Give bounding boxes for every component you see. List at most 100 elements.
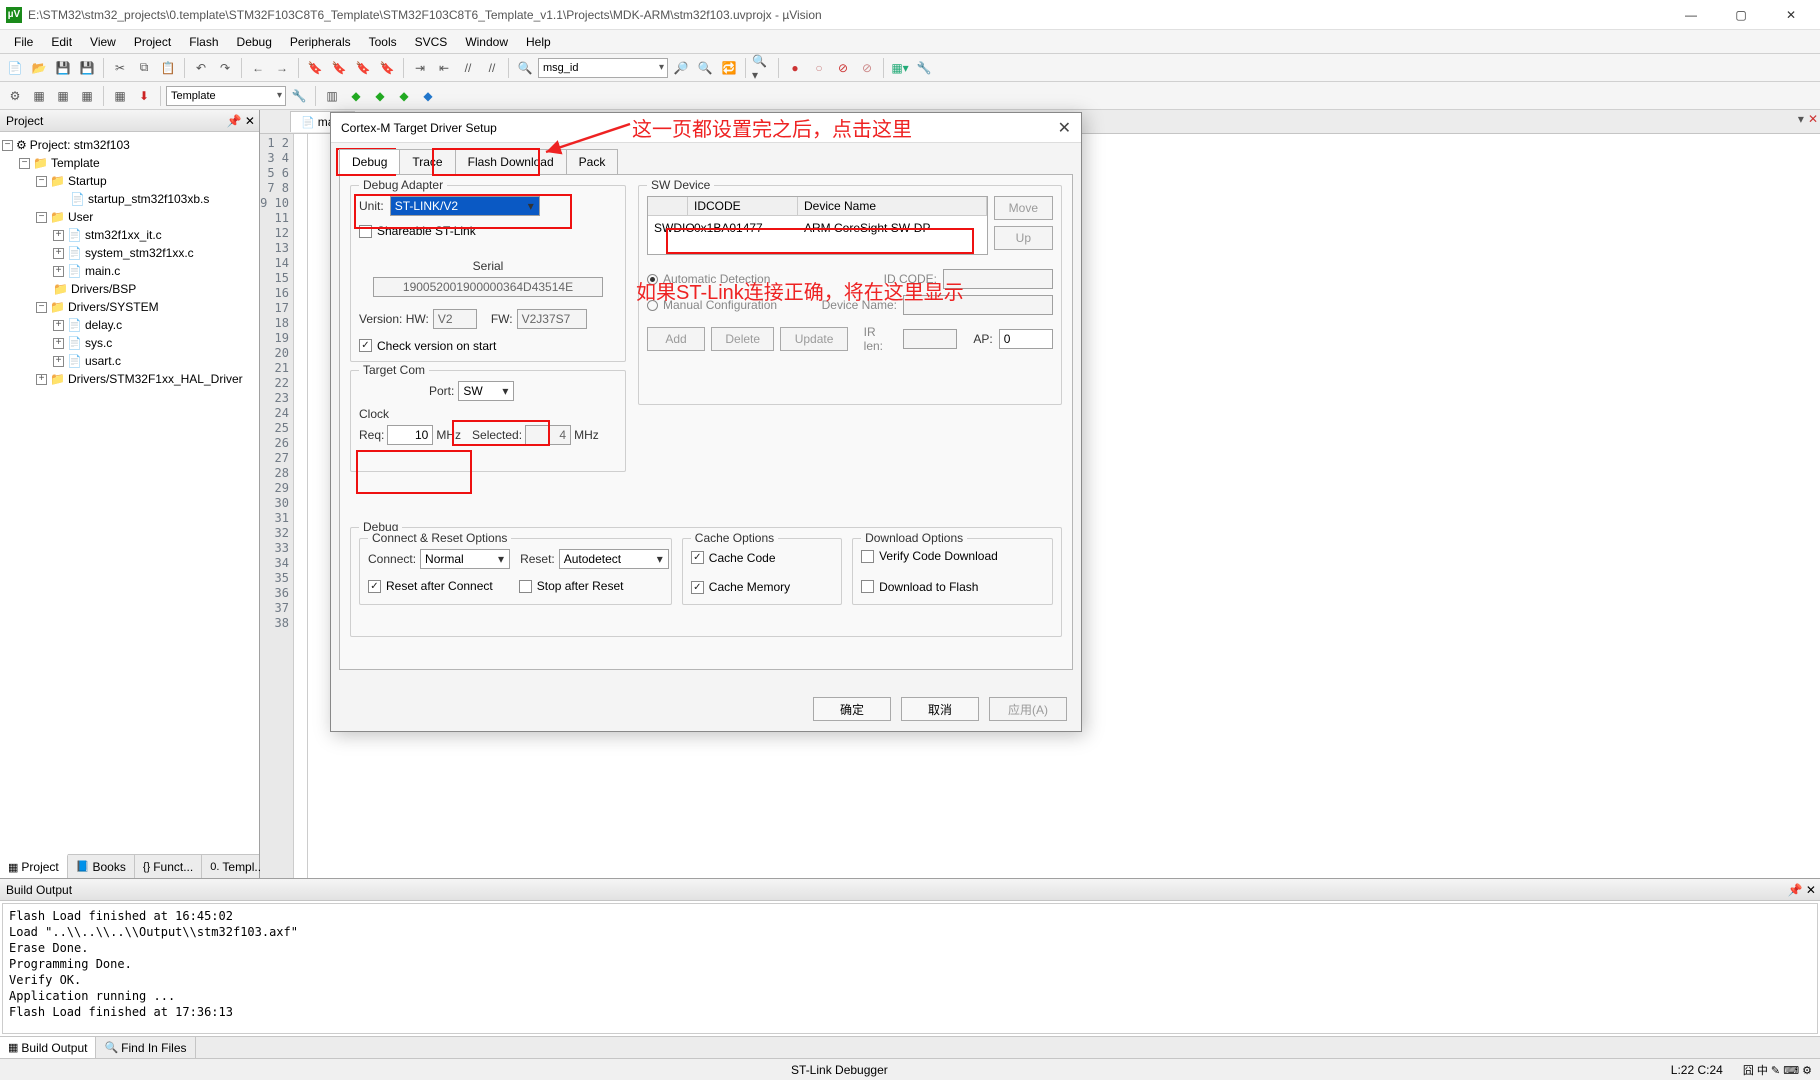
editor-dropdown-icon[interactable]: ▾ [1798, 112, 1804, 126]
nav-back-icon[interactable]: ← [247, 57, 269, 79]
target-combo[interactable]: Template [166, 86, 286, 106]
clock-req-input[interactable]: 10 [387, 425, 433, 445]
download-icon[interactable]: ⬇ [133, 85, 155, 107]
menu-project[interactable]: Project [126, 33, 179, 51]
window-icon[interactable]: ▦▾ [889, 57, 911, 79]
indent-icon[interactable]: ⇥ [409, 57, 431, 79]
fw-version: V2J37S7 [517, 309, 587, 329]
table-row[interactable]: SWDIO 0x1BA01477 ARM CoreSight SW-DP [648, 216, 987, 240]
manage-rte-icon[interactable]: ◆ [369, 85, 391, 107]
tab-functions[interactable]: {} Funct... [135, 855, 202, 878]
cache-code-checkbox[interactable]: ✓Cache Code [691, 551, 776, 565]
build-icon[interactable]: ▦ [28, 85, 50, 107]
unit-combo[interactable]: ST-LINK/V2 [390, 196, 540, 216]
menu-tools[interactable]: Tools [361, 33, 405, 51]
panel-pushpin-icon[interactable]: 📌 ✕ [227, 114, 255, 128]
menu-window[interactable]: Window [457, 33, 516, 51]
books-icon[interactable]: ◆ [417, 85, 439, 107]
project-tree[interactable]: −⚙Project: stm32f103 −📁Template −📁Startu… [0, 132, 259, 854]
menu-view[interactable]: View [82, 33, 124, 51]
copy-icon[interactable]: ⧉ [133, 57, 155, 79]
pack-installer-icon[interactable]: ◆ [345, 85, 367, 107]
shareable-checkbox[interactable]: Shareable ST-Link [359, 224, 476, 238]
menu-flash[interactable]: Flash [181, 33, 226, 51]
tab-debug[interactable]: Debug [339, 149, 400, 174]
nav-fwd-icon[interactable]: → [271, 57, 293, 79]
tab-trace[interactable]: Trace [399, 149, 455, 174]
target-options-icon[interactable]: 🔧 [288, 85, 310, 107]
translate-icon[interactable]: ⚙ [4, 85, 26, 107]
minimize-button[interactable]: — [1668, 1, 1714, 29]
status-ime-icon[interactable]: 囧 中 ✎ ⌨ ⚙ [1743, 1062, 1812, 1078]
comment-icon[interactable]: // [457, 57, 479, 79]
tab-books[interactable]: 📘 Books [68, 855, 135, 878]
cancel-button[interactable]: 取消 [901, 697, 979, 721]
reset-combo[interactable]: Autodetect [559, 549, 669, 569]
replace-icon[interactable]: 🔁 [718, 57, 740, 79]
rebuild-icon[interactable]: ▦ [52, 85, 74, 107]
menu-svcs[interactable]: SVCS [407, 33, 456, 51]
debug-start-icon[interactable]: 🔍▾ [751, 57, 773, 79]
build-output-text[interactable]: Flash Load finished at 16:45:02 Load "..… [2, 903, 1818, 1034]
menu-peripherals[interactable]: Peripherals [282, 33, 359, 51]
breakpoint-disable-icon[interactable]: ○ [808, 57, 830, 79]
batch-build-icon[interactable]: ▦ [76, 85, 98, 107]
undo-icon[interactable]: ↶ [190, 57, 212, 79]
verify-code-checkbox[interactable]: Verify Code Download [861, 549, 998, 563]
config-icon[interactable]: 🔧 [913, 57, 935, 79]
cut-icon[interactable]: ✂ [109, 57, 131, 79]
main-toolbar: 📄 📂 💾 💾 ✂ ⧉ 📋 ↶ ↷ ← → 🔖 🔖 🔖 🔖 ⇥ ⇤ // // … [0, 54, 1820, 82]
breakpoint-icon[interactable]: ● [784, 57, 806, 79]
menu-edit[interactable]: Edit [43, 33, 80, 51]
unit-dropdown-icon[interactable]: ▾ [528, 199, 534, 213]
bookmark-clear-icon[interactable]: 🔖 [376, 57, 398, 79]
select-pack-icon[interactable]: ◆ [393, 85, 415, 107]
menu-debug[interactable]: Debug [229, 33, 280, 51]
bookmark-next-icon[interactable]: 🔖 [352, 57, 374, 79]
ap-input[interactable]: 0 [999, 329, 1053, 349]
cache-memory-checkbox[interactable]: ✓Cache Memory [691, 580, 790, 594]
tab-build-output[interactable]: ▦ Build Output [0, 1037, 96, 1058]
find-icon[interactable]: 🔍 [514, 57, 536, 79]
tab-flash-download[interactable]: Flash Download [455, 149, 567, 174]
build-output-panel: Build Output 📌 ✕ Flash Load finished at … [0, 878, 1820, 1058]
stop-after-checkbox[interactable]: Stop after Reset [519, 579, 624, 593]
port-dropdown-icon[interactable]: ▾ [502, 384, 508, 398]
stop-build-icon[interactable]: ▦ [109, 85, 131, 107]
editor-close-tab-icon[interactable]: ✕ [1808, 112, 1818, 126]
find-files-icon[interactable]: 🔍 [694, 57, 716, 79]
reset-after-checkbox[interactable]: ✓Reset after Connect [368, 579, 493, 593]
new-file-icon[interactable]: 📄 [4, 57, 26, 79]
search-combo[interactable]: msg_id [538, 58, 668, 78]
connect-combo[interactable]: Normal [420, 549, 510, 569]
close-button[interactable]: ✕ [1768, 1, 1814, 29]
build-output-close-icon[interactable]: 📌 ✕ [1788, 883, 1816, 897]
manage-icon[interactable]: ▥ [321, 85, 343, 107]
project-panel-tabs: ▦ Project 📘 Books {} Funct... 0. Templ..… [0, 854, 259, 878]
project-panel: Project 📌 ✕ −⚙Project: stm32f103 −📁Templ… [0, 110, 260, 878]
find-next-icon[interactable]: 🔎 [670, 57, 692, 79]
tab-pack[interactable]: Pack [566, 149, 619, 174]
menu-file[interactable]: File [6, 33, 41, 51]
tab-find-in-files[interactable]: 🔍 Find In Files [96, 1037, 195, 1058]
download-flash-checkbox[interactable]: Download to Flash [861, 580, 978, 594]
check-version-checkbox[interactable]: ✓Check version on start [359, 339, 496, 353]
bookmark-prev-icon[interactable]: 🔖 [328, 57, 350, 79]
uncomment-icon[interactable]: // [481, 57, 503, 79]
redo-icon[interactable]: ↷ [214, 57, 236, 79]
menu-help[interactable]: Help [518, 33, 559, 51]
save-all-icon[interactable]: 💾 [76, 57, 98, 79]
paste-icon[interactable]: 📋 [157, 57, 179, 79]
outdent-icon[interactable]: ⇤ [433, 57, 455, 79]
save-icon[interactable]: 💾 [52, 57, 74, 79]
maximize-button[interactable]: ▢ [1718, 1, 1764, 29]
apply-button: 应用(A) [989, 697, 1067, 721]
dialog-close-icon[interactable]: ✕ [1058, 118, 1071, 138]
breakpoint-kill-icon[interactable]: ⊘ [832, 57, 854, 79]
ok-button[interactable]: 确定 [813, 697, 891, 721]
hw-version: V2 [433, 309, 477, 329]
bookmark-icon[interactable]: 🔖 [304, 57, 326, 79]
breakpoint-clear-icon[interactable]: ⊘ [856, 57, 878, 79]
open-icon[interactable]: 📂 [28, 57, 50, 79]
tab-project[interactable]: ▦ Project [0, 854, 68, 878]
